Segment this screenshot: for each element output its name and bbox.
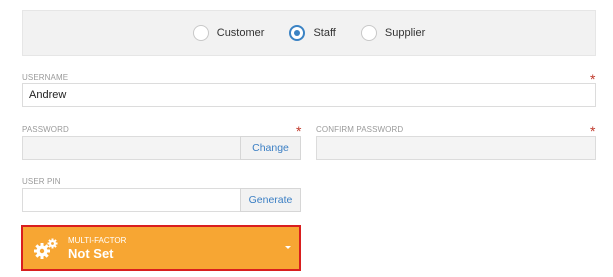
- confirm-password-input[interactable]: [316, 136, 596, 160]
- radio-customer[interactable]: Customer: [192, 25, 265, 41]
- change-password-button[interactable]: Change: [240, 136, 301, 160]
- gears-icon: [34, 238, 58, 259]
- generate-pin-button[interactable]: Generate: [240, 188, 301, 212]
- radio-label-supplier: Supplier: [384, 27, 426, 39]
- radio-circle-staff[interactable]: [289, 25, 306, 41]
- radio-label-customer: Customer: [216, 27, 265, 39]
- multi-factor-dropdown[interactable]: MULTI-FACTOR Not Set: [21, 225, 301, 271]
- confirm-password-label: CONFIRM PASSWORD: [316, 125, 404, 134]
- radio-supplier[interactable]: Supplier: [360, 25, 426, 41]
- radio-staff[interactable]: Staff: [289, 25, 336, 41]
- password-required-mark: *: [296, 123, 302, 139]
- username-input[interactable]: Andrew: [22, 83, 596, 107]
- chevron-down-icon: [285, 246, 291, 249]
- radio-circle-customer[interactable]: [192, 25, 209, 41]
- multi-factor-value: Not Set: [68, 246, 114, 261]
- user-pin-input[interactable]: [22, 188, 241, 212]
- radio-circle-supplier[interactable]: [360, 25, 377, 41]
- multi-factor-caption: MULTI-FACTOR: [68, 236, 127, 245]
- user-pin-label: USER PIN: [22, 177, 61, 186]
- password-label: PASSWORD: [22, 125, 69, 134]
- password-input[interactable]: [22, 136, 241, 160]
- account-type-bar: Customer Staff Supplier: [22, 10, 596, 56]
- confirm-password-required-mark: *: [590, 123, 596, 139]
- radio-label-staff: Staff: [313, 27, 336, 39]
- account-type-radio-group: Customer Staff Supplier: [23, 11, 595, 55]
- username-label: USERNAME: [22, 73, 69, 82]
